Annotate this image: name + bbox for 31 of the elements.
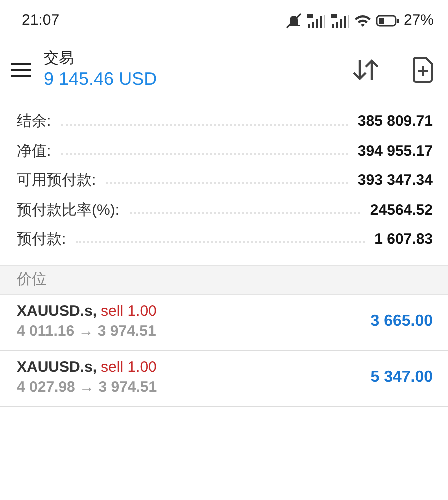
profit-value: 5 347.00	[370, 368, 433, 388]
symbol-text: XAUUSD.s,	[17, 358, 98, 378]
section-header: 价位	[17, 270, 47, 290]
summary-value: 394 955.17	[358, 142, 433, 162]
new-document-icon[interactable]	[412, 57, 434, 83]
balance-text: 9 145.46 USD	[44, 68, 158, 90]
profit-value: 3 665.00	[370, 312, 433, 332]
price-range-text: 4 027.98 → 3 974.51	[17, 378, 158, 398]
price-range-text: 4 011.16 → 3 974.51	[17, 322, 157, 342]
summary-label: 结余:	[17, 112, 52, 132]
summary-label: 净值:	[17, 142, 52, 162]
summary-value: 1 607.83	[374, 230, 433, 250]
summary-value: 385 809.71	[358, 112, 433, 132]
wifi-icon	[354, 14, 372, 28]
summary-label: 预付款:	[17, 230, 66, 250]
signal-icon	[330, 14, 350, 28]
summary-value: 393 347.34	[358, 171, 433, 192]
summary-value: 24564.52	[370, 200, 433, 221]
battery-percentage: 27%	[404, 10, 434, 31]
screen-title: 交易	[44, 50, 75, 68]
order-type-text: sell 1.00	[101, 302, 157, 322]
battery-icon	[376, 15, 400, 27]
sort-icon[interactable]	[352, 58, 380, 82]
menu-icon[interactable]	[10, 61, 32, 79]
summary-label: 预付款比率(%):	[17, 200, 120, 221]
summary-label: 可用预付款:	[17, 171, 96, 192]
signal-icon	[306, 14, 326, 28]
muted-bell-icon	[286, 13, 302, 29]
clock-text: 21:07	[22, 10, 60, 31]
order-type-text: sell 1.00	[101, 358, 157, 378]
symbol-text: XAUUSD.s,	[17, 302, 98, 322]
